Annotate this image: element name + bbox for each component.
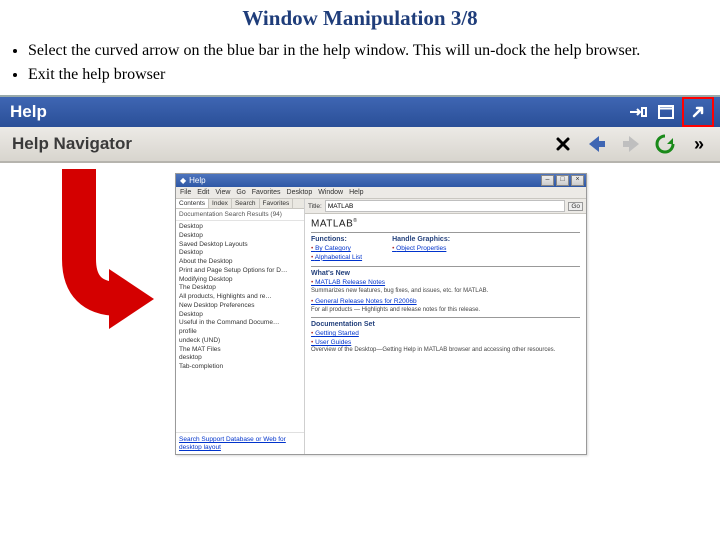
functions-column: Functions: By Category Alphabetical List [311,236,362,262]
menu-item[interactable]: Help [349,189,363,196]
tree-item[interactable]: profile [179,328,301,337]
navigator-tabs: Contents Index Search Favorites [176,199,304,209]
window-close-icon[interactable]: × [571,175,584,186]
menu-item[interactable]: Desktop [287,189,313,196]
product-brand: MATLAB® [311,218,580,229]
tree-item[interactable]: Tab-completion [179,363,301,372]
result-arrow-icon [24,169,154,339]
tree-item[interactable]: Saved Desktop Layouts [179,241,301,250]
search-web-link[interactable]: Search Support Database or Web for deskt… [176,432,304,455]
tree-item[interactable]: All products, Highlights and re… [179,293,301,302]
tree-item[interactable]: Desktop [179,223,301,232]
tab-favorites[interactable]: Favorites [260,199,294,208]
undock-arrow-icon[interactable] [682,97,714,127]
doc-link[interactable]: Object Properties [392,245,450,253]
slide-title: Window Manipulation 3/8 [0,6,720,31]
tree-item[interactable]: Desktop [179,249,301,258]
section-heading: What's New [311,270,580,277]
tab-contents[interactable]: Contents [176,199,209,208]
tree-item[interactable]: The MAT Files [179,346,301,355]
window-menubar: File Edit View Go Favorites Desktop Wind… [176,187,586,199]
back-arrow-icon[interactable] [582,130,612,158]
help-navigator-pane: Contents Index Search Favorites Document… [176,199,305,455]
tree-item[interactable]: Print and Page Setup Options for D… [179,267,301,276]
section-desc: Summarizes new features, bug fixes, and … [311,288,580,296]
help-navigator-bar: Help Navigator » [0,127,720,163]
tree-item[interactable]: New Desktop Preferences [179,302,301,311]
undocked-help-window: ◆ Help – □ × File Edit View Go Favorites… [175,173,587,455]
doc-link[interactable]: General Release Notes for R2006b [311,298,580,306]
instruction-list: Select the curved arrow on the blue bar … [28,41,700,85]
doc-link[interactable]: Getting Started [311,330,580,338]
window-maximize-icon[interactable]: □ [556,175,569,186]
column-heading: Functions: [311,236,362,243]
address-label: Title: [308,203,322,210]
window-app-icon: ◆ [180,176,186,185]
close-icon[interactable] [548,130,578,158]
maximize-icon[interactable] [654,100,678,124]
section-desc: Overview of the Desktop—Getting Help in … [311,347,580,355]
doc-address-bar: Title: Go [305,199,586,214]
dock-toggle-icon[interactable] [626,100,650,124]
graphics-column: Handle Graphics: Object Properties [392,236,450,262]
instruction-item: Select the curved arrow on the blue bar … [28,41,700,61]
help-navigator-label: Help Navigator [12,134,132,154]
tree-item[interactable]: Desktop [179,311,301,320]
section-desc: For all products — Highlights and releas… [311,307,580,315]
tree-item[interactable]: Useful in the Command Docume… [179,319,301,328]
forward-arrow-icon[interactable] [616,130,646,158]
doc-link[interactable]: Alphabetical List [311,254,362,262]
menu-item[interactable]: Edit [197,189,209,196]
doc-content: MATLAB® Functions: By Category Alphabeti… [305,214,586,455]
window-title: Help [189,176,205,185]
doc-link[interactable]: MATLAB Release Notes [311,279,580,287]
tree-item[interactable]: Desktop [179,232,301,241]
menu-item[interactable]: Favorites [252,189,281,196]
go-button[interactable]: Go [568,202,583,211]
whats-new-section: What's New MATLAB Release Notes Summariz… [311,266,580,314]
doc-pane: Title: Go MATLAB® Functions: By Category… [305,199,586,455]
doc-link[interactable]: By Category [311,245,362,253]
tab-search[interactable]: Search [232,199,260,208]
column-heading: Handle Graphics: [392,236,450,243]
window-minimize-icon[interactable]: – [541,175,554,186]
more-icon[interactable]: » [684,130,714,158]
refresh-icon[interactable] [650,130,680,158]
window-titlebar[interactable]: ◆ Help – □ × [176,174,586,187]
menu-item[interactable]: File [180,189,191,196]
address-input[interactable] [325,200,565,212]
results-tree[interactable]: Desktop Desktop Saved Desktop Layouts De… [176,221,304,432]
menu-item[interactable]: Go [236,189,245,196]
menu-item[interactable]: Window [318,189,343,196]
tab-index[interactable]: Index [209,199,232,208]
tree-item[interactable]: About the Desktop [179,258,301,267]
tree-item[interactable]: undeck (UND) [179,337,301,346]
doc-link[interactable]: User Guides [311,339,580,347]
help-title-bar: Help [0,95,720,127]
instruction-item: Exit the help browser [28,65,700,85]
result-area: ◆ Help – □ × File Edit View Go Favorites… [0,163,720,473]
tree-item[interactable]: desktop [179,354,301,363]
section-heading: Documentation Set [311,321,580,328]
search-results-label: Documentation Search Results (94) [176,209,304,221]
doc-set-section: Documentation Set Getting Started User G… [311,317,580,354]
tree-item[interactable]: Modifying Desktop [179,276,301,285]
tree-item[interactable]: The Desktop [179,284,301,293]
menu-item[interactable]: View [215,189,230,196]
help-title-label: Help [10,102,47,122]
